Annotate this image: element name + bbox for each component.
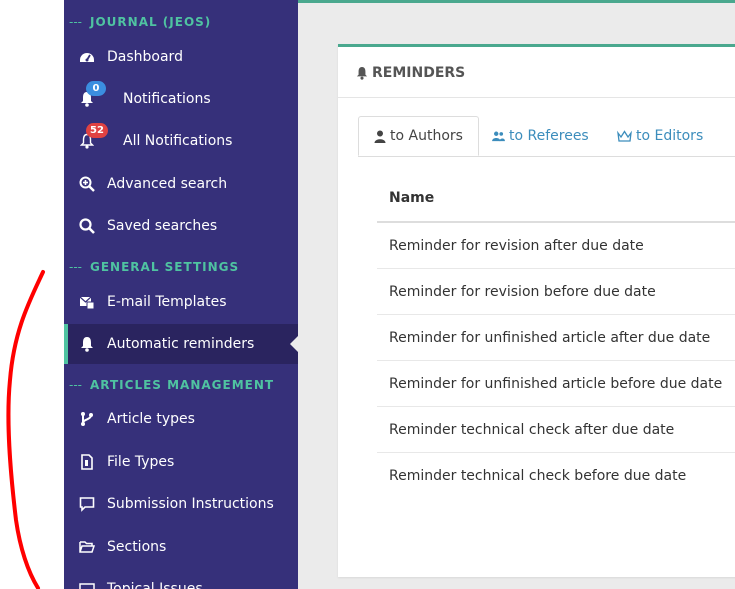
sidebar-item-label: Dashboard	[107, 49, 183, 65]
comment-icon	[78, 495, 96, 513]
users-icon	[492, 131, 505, 142]
table-row[interactable]: Reminder for revision after due date	[377, 223, 735, 269]
panel-title-text: REMINDERS	[372, 65, 466, 81]
column-header-name: Name	[377, 175, 735, 223]
section-header-general-settings: --- GENERAL SETTINGS	[69, 260, 240, 274]
notification-count-badge: 0	[86, 81, 106, 96]
all-notifications-count-badge: 52	[86, 123, 108, 138]
table-row[interactable]: Reminder technical check before due date	[377, 453, 735, 498]
table-row[interactable]: Reminder for unfinished article after du…	[377, 315, 735, 361]
sidebar-item-label: Sections	[107, 539, 167, 555]
user-icon	[374, 130, 386, 143]
sidebar-item-label: Advanced search	[107, 176, 228, 192]
bell-icon	[356, 66, 368, 80]
tab-to-authors[interactable]: to Authors	[358, 116, 479, 156]
search-icon	[78, 217, 96, 235]
sidebar-item-label: Notifications	[123, 91, 211, 107]
red-annotation-bracket	[6, 270, 45, 589]
main-content: REMINDERS to Authors to Referees to Edit…	[298, 3, 735, 589]
tab-label: to Referees	[509, 128, 589, 144]
sidebar-item-label: File Types	[107, 454, 175, 470]
sidebar-item-sections[interactable]: Sections	[64, 527, 298, 567]
sidebar-item-label: Saved searches	[107, 218, 218, 234]
sidebar-item-label: E-mail Templates	[107, 294, 227, 310]
reminder-tabs: to Authors to Referees to Editors	[358, 116, 735, 157]
branch-icon	[78, 410, 96, 428]
sidebar-item-article-types[interactable]: Article types	[64, 399, 298, 439]
reminders-panel: REMINDERS to Authors to Referees to Edit…	[338, 44, 735, 577]
table-row[interactable]: Reminder for unfinished article before d…	[377, 361, 735, 407]
sidebar-item-label: Automatic reminders	[107, 336, 255, 352]
sidebar-item-dashboard[interactable]: Dashboard	[64, 37, 298, 77]
sidebar-item-all-notifications[interactable]: 52 All Notifications	[64, 121, 298, 161]
sidebar-item-automatic-reminders[interactable]: Automatic reminders	[64, 324, 298, 364]
section-header-journal: --- JOURNAL (JEOS)	[69, 15, 212, 29]
tab-label: to Authors	[390, 128, 463, 144]
dashboard-icon	[78, 48, 96, 66]
sidebar-item-submission-instructions[interactable]: Submission Instructions	[64, 484, 298, 524]
table-row[interactable]: Reminder technical check after due date	[377, 407, 735, 453]
tab-to-referees[interactable]: to Referees	[492, 116, 589, 156]
sidebar-item-notifications[interactable]: 0 Notifications	[64, 79, 298, 119]
bell-outline-icon: 52	[78, 123, 108, 150]
sidebar-item-topical-issues[interactable]: Topical Issues	[64, 569, 298, 589]
section-header-articles-management: --- ARTICLES MANAGEMENT	[69, 378, 275, 392]
tab-label: to Editors	[636, 128, 704, 144]
bell-icon: 0	[78, 81, 106, 108]
panel-divider	[338, 97, 735, 98]
sidebar-item-saved-searches[interactable]: Saved searches	[64, 206, 298, 246]
sidebar-item-file-types[interactable]: File Types	[64, 442, 298, 482]
file-icon	[78, 453, 96, 471]
sidebar-item-label: All Notifications	[123, 133, 233, 149]
search-plus-icon	[78, 175, 96, 193]
reminders-table: Name Reminder for revision after due dat…	[377, 175, 735, 498]
sidebar-item-label: Submission Instructions	[107, 496, 274, 512]
sidebar-item-label: Topical Issues	[107, 581, 203, 589]
crown-icon	[617, 130, 632, 142]
panel-title: REMINDERS	[356, 65, 465, 81]
sidebar: --- JOURNAL (JEOS) Dashboard 0 Notificati…	[64, 0, 298, 589]
email-template-icon	[78, 293, 96, 311]
sidebar-item-email-templates[interactable]: E-mail Templates	[64, 282, 298, 322]
folder-open-icon	[78, 538, 96, 556]
topical-icon	[78, 580, 96, 589]
sidebar-item-label: Article types	[107, 411, 195, 427]
sidebar-item-advanced-search[interactable]: Advanced search	[64, 164, 298, 204]
table-row[interactable]: Reminder for revision before due date	[377, 269, 735, 315]
tab-to-editors[interactable]: to Editors	[617, 116, 703, 156]
bell-icon	[78, 335, 96, 353]
